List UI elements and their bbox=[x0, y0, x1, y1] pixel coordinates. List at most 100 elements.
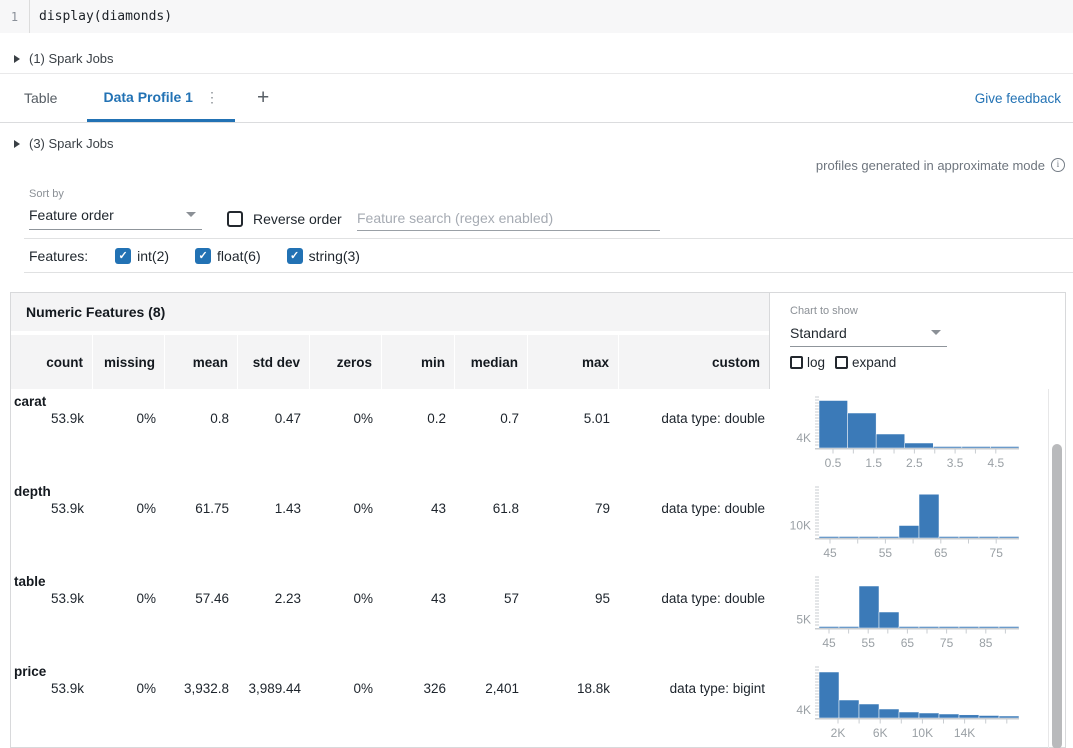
cell-custom: data type: double bbox=[619, 591, 769, 606]
filter-float-label: float(6) bbox=[217, 248, 261, 264]
tab-data-profile-label: Data Profile 1 bbox=[103, 89, 192, 105]
cell-count: 53.9k bbox=[11, 591, 93, 606]
svg-text:14K: 14K bbox=[954, 726, 975, 740]
check-icon: ✓ bbox=[119, 249, 128, 262]
cell-custom: data type: double bbox=[619, 501, 769, 516]
features-label: Features: bbox=[29, 248, 88, 264]
log-option[interactable]: log bbox=[790, 355, 825, 370]
svg-text:85: 85 bbox=[979, 636, 993, 650]
col-min: min bbox=[382, 335, 455, 389]
add-tab-button[interactable]: + bbox=[241, 74, 285, 122]
chart-to-show-dropdown[interactable]: Standard bbox=[790, 321, 947, 347]
filter-string[interactable]: ✓ string(3) bbox=[287, 248, 360, 264]
histogram-depth: 10K45556575 bbox=[775, 481, 1023, 561]
feature-name: carat bbox=[14, 394, 46, 409]
filter-int[interactable]: ✓ int(2) bbox=[115, 248, 169, 264]
svg-text:3.5: 3.5 bbox=[947, 456, 964, 470]
scrollbar-track[interactable] bbox=[1048, 389, 1065, 748]
col-max: max bbox=[528, 335, 619, 389]
string-checkbox[interactable]: ✓ bbox=[287, 248, 303, 264]
column-header-row: count missing mean std dev zeros min med… bbox=[11, 335, 769, 389]
col-count: count bbox=[11, 335, 93, 389]
svg-text:55: 55 bbox=[879, 546, 893, 560]
cell-max: 95 bbox=[528, 591, 619, 606]
numeric-features-table: Numeric Features (8) count missing mean … bbox=[10, 292, 1066, 748]
info-icon[interactable]: i bbox=[1051, 158, 1065, 172]
int-checkbox[interactable]: ✓ bbox=[115, 248, 131, 264]
col-missing: missing bbox=[93, 335, 165, 389]
log-label: log bbox=[807, 355, 825, 370]
cell-std-dev: 3,989.44 bbox=[238, 681, 310, 696]
col-median: median bbox=[455, 335, 528, 389]
sort-by-dropdown[interactable]: Feature order bbox=[29, 202, 202, 230]
result-tab-bar: Table Data Profile 1 ⋮ + Give feedback bbox=[0, 74, 1073, 123]
col-custom: custom bbox=[619, 335, 769, 389]
feature-name: table bbox=[14, 574, 46, 589]
scrollbar-thumb[interactable] bbox=[1052, 444, 1062, 748]
histogram-carat: 4K0.51.52.53.54.5 bbox=[775, 391, 1023, 471]
svg-text:75: 75 bbox=[990, 546, 1004, 560]
reverse-order-checkbox[interactable] bbox=[227, 211, 243, 227]
divider bbox=[24, 272, 1073, 273]
spark-jobs-toggle-inner[interactable]: (3) Spark Jobs bbox=[14, 136, 114, 151]
disclosure-triangle-icon bbox=[14, 140, 20, 148]
cell-max: 79 bbox=[528, 501, 619, 516]
filter-string-label: string(3) bbox=[309, 248, 360, 264]
feature-row-carat: carat 53.9k 0% 0.8 0.47 0% 0.2 0.7 5.01 … bbox=[11, 389, 1065, 479]
code-text[interactable]: display(diamonds) bbox=[30, 0, 172, 33]
col-std-dev: std dev bbox=[238, 335, 310, 389]
cell-min: 326 bbox=[382, 681, 455, 696]
cell-count: 53.9k bbox=[11, 411, 93, 426]
feature-row-price: price 53.9k 0% 3,932.8 3,989.44 0% 326 2… bbox=[11, 659, 1065, 748]
cell-zeros: 0% bbox=[310, 591, 382, 606]
svg-text:55: 55 bbox=[862, 636, 876, 650]
svg-text:10K: 10K bbox=[790, 519, 811, 533]
expand-option[interactable]: expand bbox=[835, 355, 896, 370]
cell-mean: 3,932.8 bbox=[165, 681, 238, 696]
spark-jobs-inner-label: (3) Spark Jobs bbox=[29, 136, 114, 151]
tab-overflow-menu-icon[interactable]: ⋮ bbox=[205, 90, 219, 104]
cell-median: 2,401 bbox=[455, 681, 528, 696]
reverse-order-label: Reverse order bbox=[253, 211, 342, 227]
spark-jobs-toggle-top[interactable]: (1) Spark Jobs bbox=[14, 51, 114, 66]
float-checkbox[interactable]: ✓ bbox=[195, 248, 211, 264]
filter-int-label: int(2) bbox=[137, 248, 169, 264]
cell-min: 43 bbox=[382, 501, 455, 516]
cell-max: 5.01 bbox=[528, 411, 619, 426]
cell-median: 57 bbox=[455, 591, 528, 606]
svg-text:5K: 5K bbox=[796, 613, 811, 627]
cell-custom: data type: double bbox=[619, 411, 769, 426]
check-icon: ✓ bbox=[198, 249, 207, 262]
chart-to-show-label: Chart to show bbox=[790, 305, 1065, 317]
chart-to-show-panel: Chart to show Standard log expand bbox=[769, 293, 1065, 389]
cell-custom: data type: bigint bbox=[619, 681, 769, 696]
svg-text:4.5: 4.5 bbox=[987, 456, 1004, 470]
code-cell[interactable]: 1 display(diamonds) bbox=[0, 0, 1073, 33]
cell-std-dev: 0.47 bbox=[238, 411, 310, 426]
expand-checkbox[interactable] bbox=[835, 356, 848, 369]
feature-search-input[interactable] bbox=[357, 205, 660, 231]
chart-to-show-value: Standard bbox=[790, 325, 847, 341]
sort-by-label: Sort by bbox=[29, 188, 64, 200]
col-zeros: zeros bbox=[310, 335, 382, 389]
cell-mean: 57.46 bbox=[165, 591, 238, 606]
cell-count: 53.9k bbox=[11, 681, 93, 696]
feature-row-table: table 53.9k 0% 57.46 2.23 0% 43 57 95 da… bbox=[11, 569, 1065, 659]
cell-mean: 61.75 bbox=[165, 501, 238, 516]
cell-max: 18.8k bbox=[528, 681, 619, 696]
svg-text:2.5: 2.5 bbox=[906, 456, 923, 470]
tab-data-profile[interactable]: Data Profile 1 ⋮ bbox=[87, 74, 234, 122]
svg-text:1.5: 1.5 bbox=[865, 456, 882, 470]
give-feedback-link[interactable]: Give feedback bbox=[975, 74, 1061, 122]
svg-text:4K: 4K bbox=[796, 431, 811, 445]
cell-mean: 0.8 bbox=[165, 411, 238, 426]
log-checkbox[interactable] bbox=[790, 356, 803, 369]
histogram-price: 4K2K6K10K14K bbox=[775, 661, 1023, 741]
chevron-down-icon bbox=[931, 330, 941, 335]
tab-table[interactable]: Table bbox=[10, 74, 71, 122]
filter-float[interactable]: ✓ float(6) bbox=[195, 248, 261, 264]
histogram-table: 5K4555657585 bbox=[775, 571, 1023, 651]
svg-text:45: 45 bbox=[822, 636, 836, 650]
disclosure-triangle-icon bbox=[14, 55, 20, 63]
svg-text:6K: 6K bbox=[873, 726, 888, 740]
